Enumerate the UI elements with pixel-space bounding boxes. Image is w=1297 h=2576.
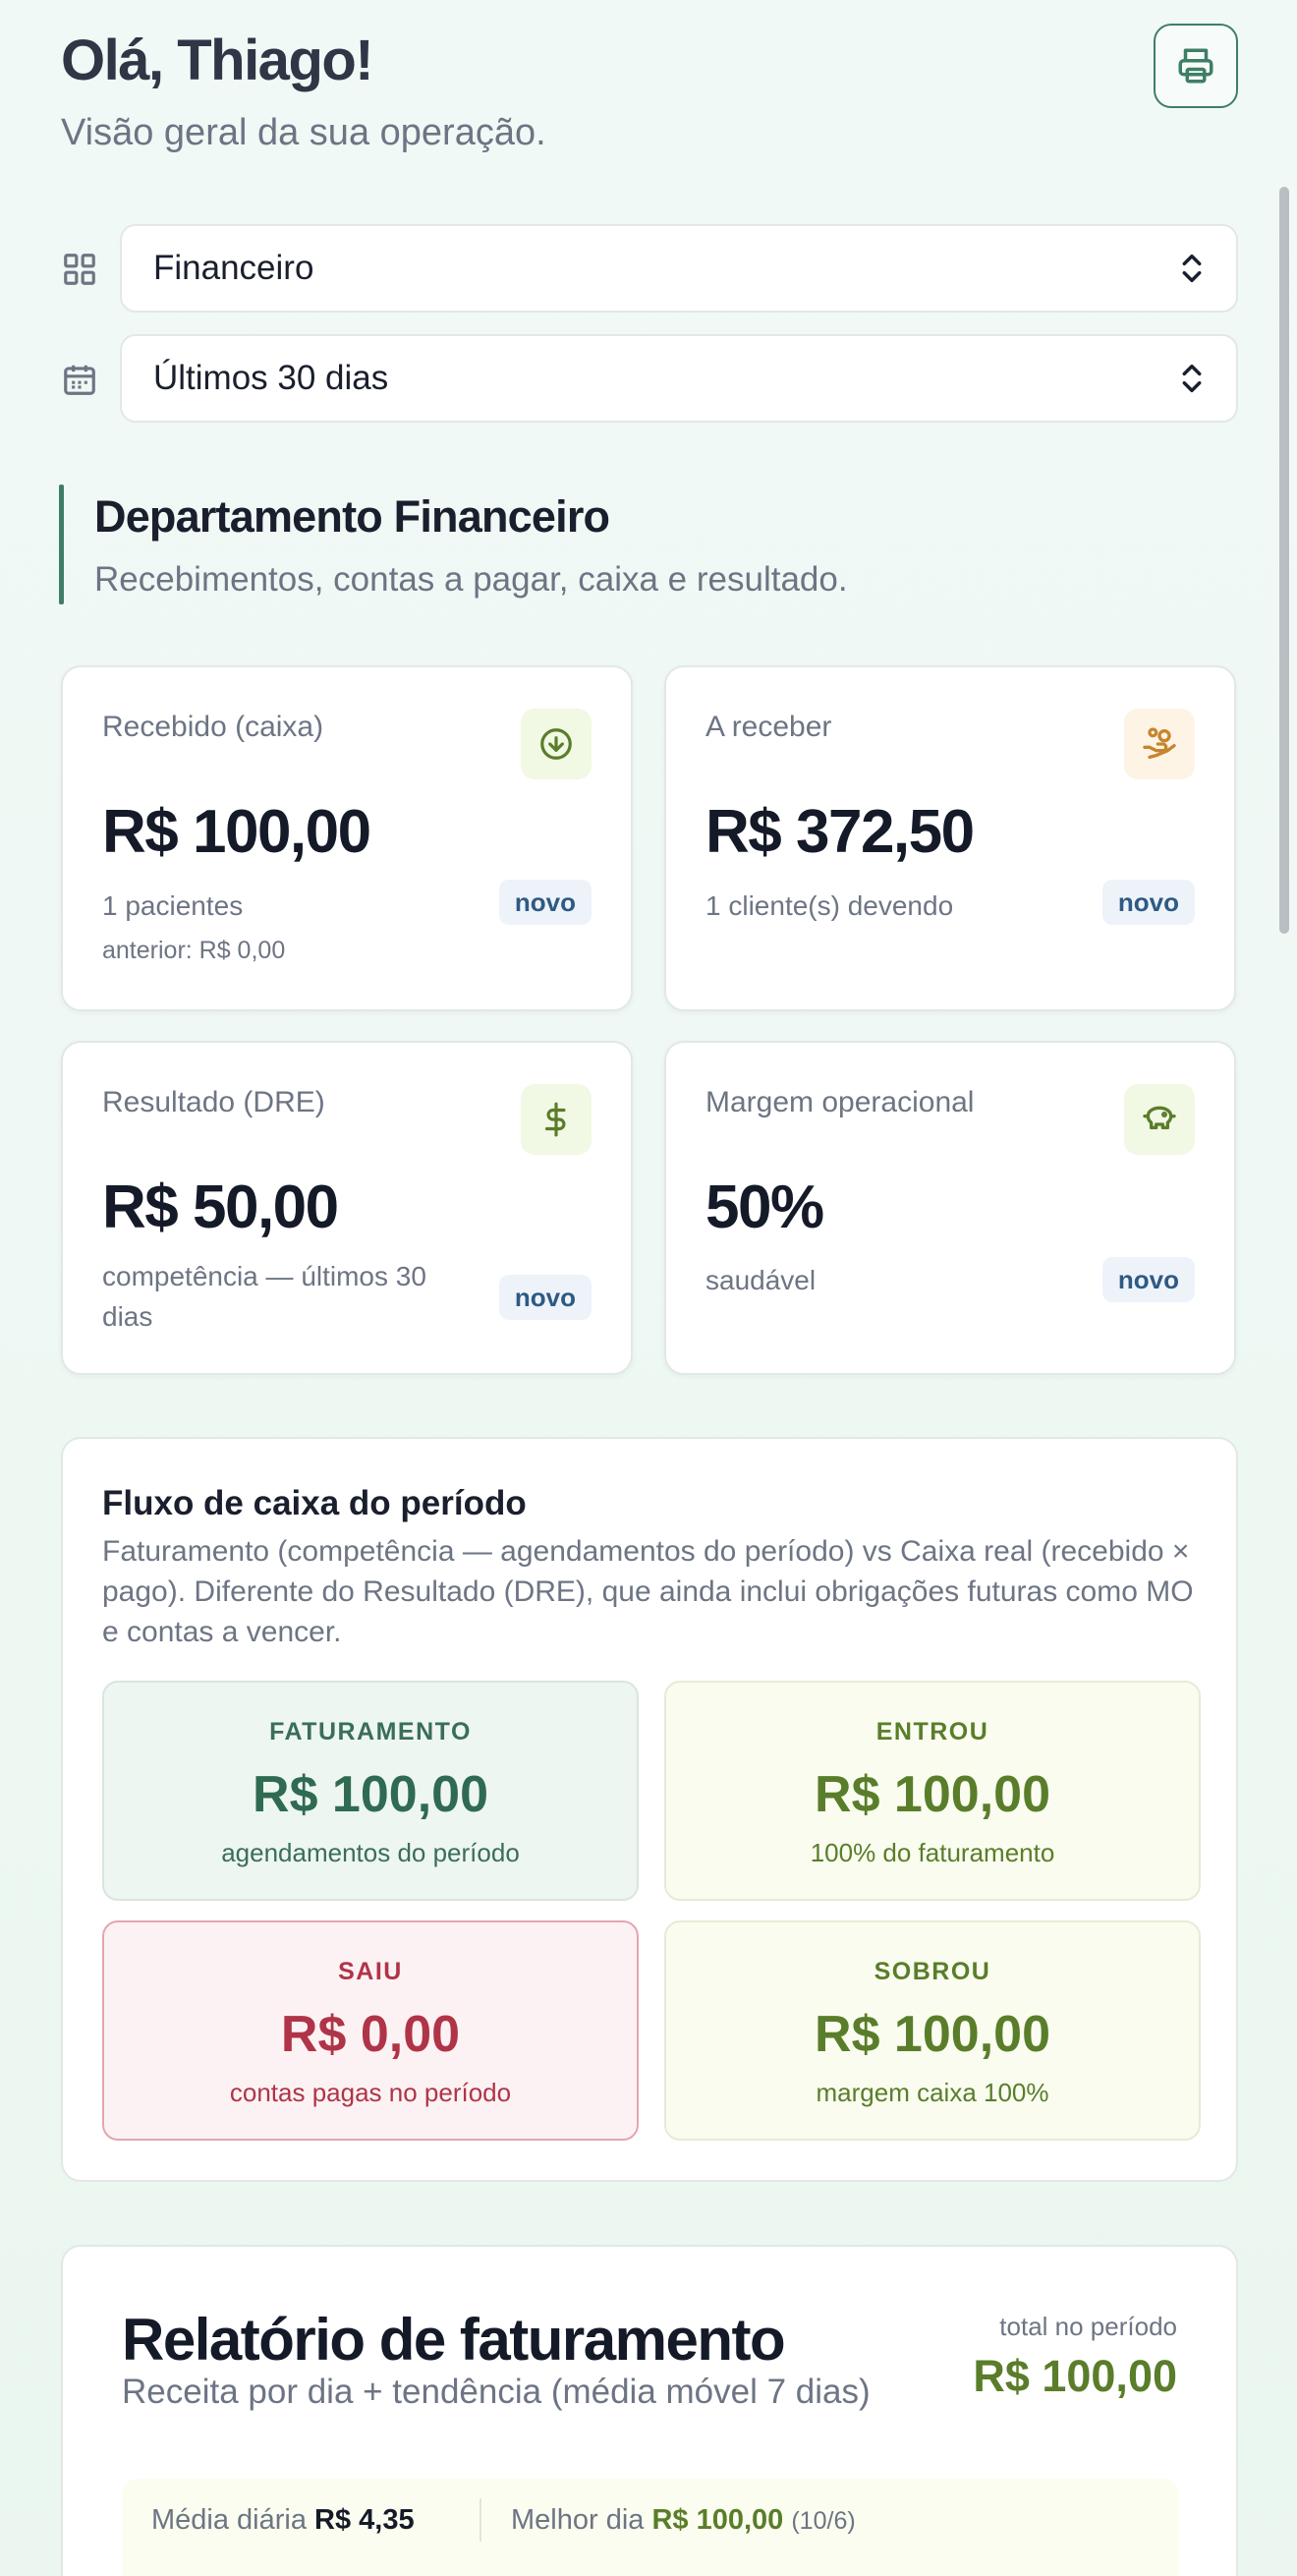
report-stats-strip: Média diária R$ 4,35 Melhor dia R$ 100,0… xyxy=(122,2479,1179,2576)
tile-saiu: SAIU R$ 0,00 contas pagas no período xyxy=(102,1920,639,2141)
page-scrollbar[interactable] xyxy=(1279,187,1289,934)
cashflow-title: Fluxo de caixa do período xyxy=(102,1484,527,1522)
chevron-up-down-icon xyxy=(1182,364,1202,393)
greeting-title: Olá, Thiago! xyxy=(61,29,374,92)
tile-label: SAIU xyxy=(338,1958,403,1985)
kpi-subtext: 1 cliente(s) devendo xyxy=(705,890,954,921)
tile-value: R$ 100,00 xyxy=(815,1766,1050,1823)
stat-date: (10/6) xyxy=(791,2507,856,2535)
department-select-value: Financeiro xyxy=(153,249,314,287)
tile-value: R$ 0,00 xyxy=(280,2006,461,2063)
tile-subtext: contas pagas no período xyxy=(229,2078,512,2107)
tile-entrou: ENTROU R$ 100,00 100% do faturamento xyxy=(664,1681,1201,1901)
kpi-label: Recebido (caixa) xyxy=(102,711,324,743)
chevron-up-down-icon xyxy=(1182,254,1202,283)
cashflow-card: Fluxo de caixa do período Faturamento (c… xyxy=(61,1437,1238,2182)
tile-sobrou: SOBROU R$ 100,00 margem caixa 100% xyxy=(664,1920,1201,2141)
kpi-subtext: 1 pacientes xyxy=(102,890,244,921)
tile-subtext: agendamentos do período xyxy=(221,1838,520,1867)
printer-icon xyxy=(1178,48,1213,84)
hand-coins-icon xyxy=(1124,709,1195,779)
status-badge: novo xyxy=(498,1275,592,1320)
calendar-icon xyxy=(64,365,95,395)
stat-daily-average: Média diária R$ 4,35 xyxy=(151,2504,415,2537)
section-title: Departamento Financeiro xyxy=(94,491,610,542)
department-select[interactable]: Financeiro xyxy=(120,224,1238,313)
tile-subtext: 100% do faturamento xyxy=(810,1838,1055,1867)
cashflow-description: Faturamento (competência — agendamentos … xyxy=(102,1535,1194,1649)
kpi-value: R$ 372,50 xyxy=(705,798,975,866)
stat-label: Melhor dia xyxy=(511,2504,645,2536)
stat-best-day: Melhor dia R$ 100,00 (10/6) xyxy=(511,2504,856,2537)
kpi-value: R$ 100,00 xyxy=(102,798,371,866)
tile-label: SOBROU xyxy=(874,1958,991,1985)
greeting-subtitle: Visão geral da sua operação. xyxy=(61,112,546,153)
tile-faturamento: FATURAMENTO R$ 100,00 agendamentos do pe… xyxy=(102,1681,639,1901)
stat-divider xyxy=(479,2498,481,2542)
kpi-card-a-receber: A receber R$ 372,50 1 cliente(s) devendo… xyxy=(664,665,1236,1011)
status-badge: novo xyxy=(1101,1257,1195,1302)
kpi-label: Resultado (DRE) xyxy=(102,1086,325,1118)
dollar-sign-icon xyxy=(521,1084,592,1155)
kpi-card-resultado: Resultado (DRE) R$ 50,00 competência — ú… xyxy=(61,1041,633,1375)
kpi-subtext: competência — últimos 30 dias xyxy=(102,1261,426,1332)
kpi-value: 50% xyxy=(705,1174,824,1241)
stat-value: R$ 4,35 xyxy=(314,2504,415,2536)
period-select-value: Últimos 30 dias xyxy=(153,359,389,397)
report-total-label: total no período xyxy=(999,2312,1177,2341)
report-subtitle: Receita por dia + tendência (média móvel… xyxy=(122,2373,871,2411)
kpi-label: A receber xyxy=(705,711,832,743)
billing-report-card: Relatório de faturamento Receita por dia… xyxy=(61,2245,1238,2576)
stat-label: Média diária xyxy=(151,2504,307,2536)
period-select[interactable]: Últimos 30 dias xyxy=(120,334,1238,423)
status-badge: novo xyxy=(498,880,592,925)
section-subtitle: Recebimentos, contas a pagar, caixa e re… xyxy=(94,560,848,599)
report-total-value: R$ 100,00 xyxy=(973,2351,1177,2401)
tile-value: R$ 100,00 xyxy=(815,2006,1050,2063)
tile-label: FATURAMENTO xyxy=(269,1718,472,1746)
grid-icon xyxy=(64,254,95,285)
kpi-subtext: saudável xyxy=(705,1265,817,1295)
tile-subtext: margem caixa 100% xyxy=(816,2078,1049,2107)
arrow-down-circle-icon xyxy=(521,709,592,779)
stat-value: R$ 100,00 xyxy=(651,2504,784,2536)
section-accent-bar xyxy=(59,485,64,604)
kpi-card-recebido: Recebido (caixa) R$ 100,00 1 pacientes a… xyxy=(61,665,633,1011)
kpi-label: Margem operacional xyxy=(705,1086,975,1118)
kpi-previous: anterior: R$ 0,00 xyxy=(102,937,286,964)
tile-label: ENTROU xyxy=(875,1718,989,1746)
kpi-value: R$ 50,00 xyxy=(102,1174,339,1241)
report-title: Relatório de faturamento xyxy=(122,2307,786,2373)
piggy-bank-icon xyxy=(1124,1084,1195,1155)
tile-value: R$ 100,00 xyxy=(253,1766,488,1823)
kpi-card-margem: Margem operacional 50% saudável novo xyxy=(664,1041,1236,1375)
print-button[interactable] xyxy=(1154,24,1238,108)
status-badge: novo xyxy=(1101,880,1195,925)
